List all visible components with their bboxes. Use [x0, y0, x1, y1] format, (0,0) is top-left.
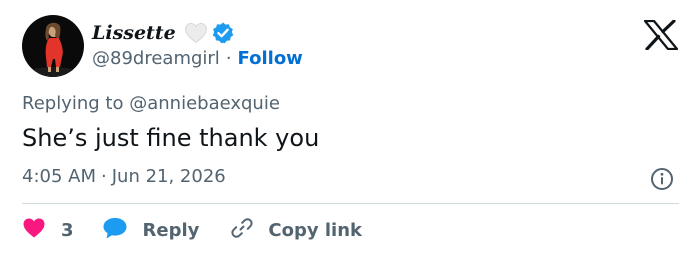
separator-dot: · — [101, 166, 107, 187]
replying-to-prefix: Replying to — [22, 93, 124, 114]
like-button[interactable]: 3 — [22, 217, 74, 244]
heart-icon — [22, 217, 46, 244]
info-icon[interactable] — [650, 167, 674, 195]
follow-button[interactable]: Follow — [238, 48, 303, 69]
replying-to-line: Replying to @anniebaexquie — [22, 93, 280, 114]
tweet-date: Jun 21, 2026 — [111, 166, 226, 187]
reply-label: Reply — [142, 219, 200, 241]
author-handle-row: @89dreamgirl · Follow — [92, 48, 303, 69]
avatar[interactable] — [22, 15, 84, 77]
replying-to-handle[interactable]: @anniebaexquie — [129, 93, 280, 114]
like-count: 3 — [61, 219, 74, 241]
white-heart-emoji-icon — [184, 22, 208, 44]
tweet-timestamp[interactable]: 4:05 AM · Jun 21, 2026 — [22, 166, 226, 187]
separator-dot: · — [225, 48, 232, 69]
author-handle[interactable]: @89dreamgirl — [92, 48, 220, 69]
reply-button[interactable]: Reply — [102, 216, 200, 245]
copy-link-button[interactable]: Copy link — [230, 216, 362, 245]
action-bar: 3 Reply Copy link — [22, 216, 362, 244]
verified-badge-icon[interactable] — [211, 21, 235, 45]
tweet-time: 4:05 AM — [22, 166, 96, 187]
copy-link-label: Copy link — [268, 219, 362, 241]
author-display-name[interactable]: Lissette — [92, 22, 176, 44]
avatar-photo — [22, 15, 84, 77]
x-logo-icon[interactable] — [643, 19, 679, 54]
divider — [22, 203, 679, 204]
speech-bubble-icon — [102, 216, 128, 245]
author-name-row: Lissette — [92, 20, 235, 46]
link-icon — [230, 216, 254, 245]
tweet-text: She’s just fine thank you — [22, 124, 320, 152]
